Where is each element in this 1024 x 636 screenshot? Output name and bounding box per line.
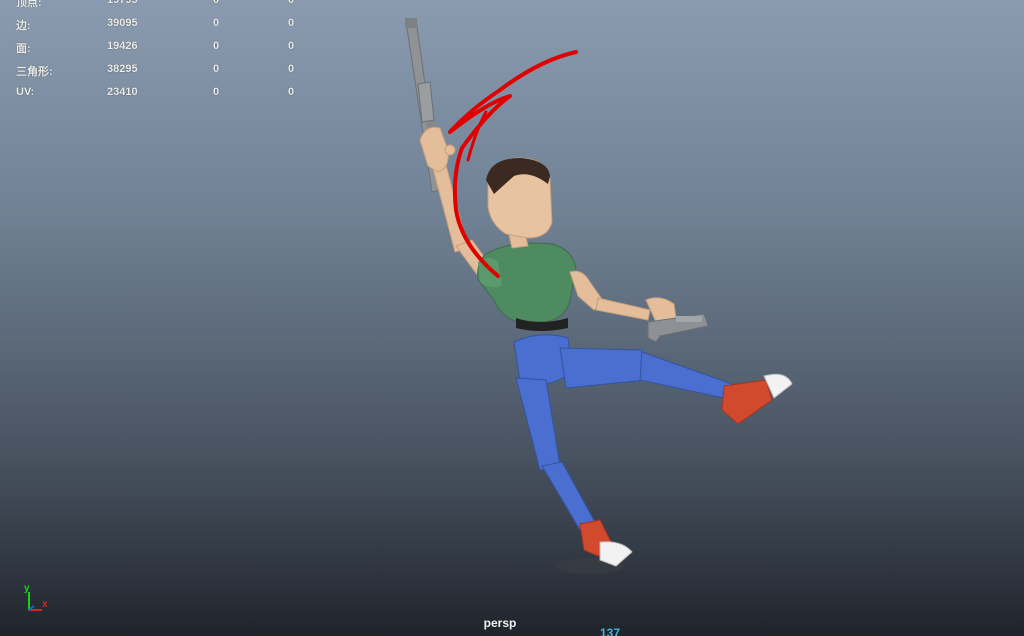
head[interactable] bbox=[486, 157, 553, 249]
maya-viewport[interactable]: 顶点: 19795 0 0 边: 39095 0 0 面: 19426 0 0 … bbox=[0, 0, 1024, 636]
left-leg[interactable] bbox=[515, 377, 633, 567]
camera-name-label: persp bbox=[483, 616, 517, 630]
right-leg[interactable] bbox=[559, 347, 793, 425]
x-axis-label: x bbox=[42, 599, 48, 610]
axis-gizmo: y x bbox=[24, 583, 48, 611]
scene-canvas[interactable] bbox=[0, 0, 1024, 636]
torso[interactable] bbox=[477, 242, 577, 331]
y-axis-label: y bbox=[24, 583, 30, 594]
right-arm[interactable] bbox=[569, 270, 677, 323]
frame-counter: 137 bbox=[600, 626, 621, 636]
